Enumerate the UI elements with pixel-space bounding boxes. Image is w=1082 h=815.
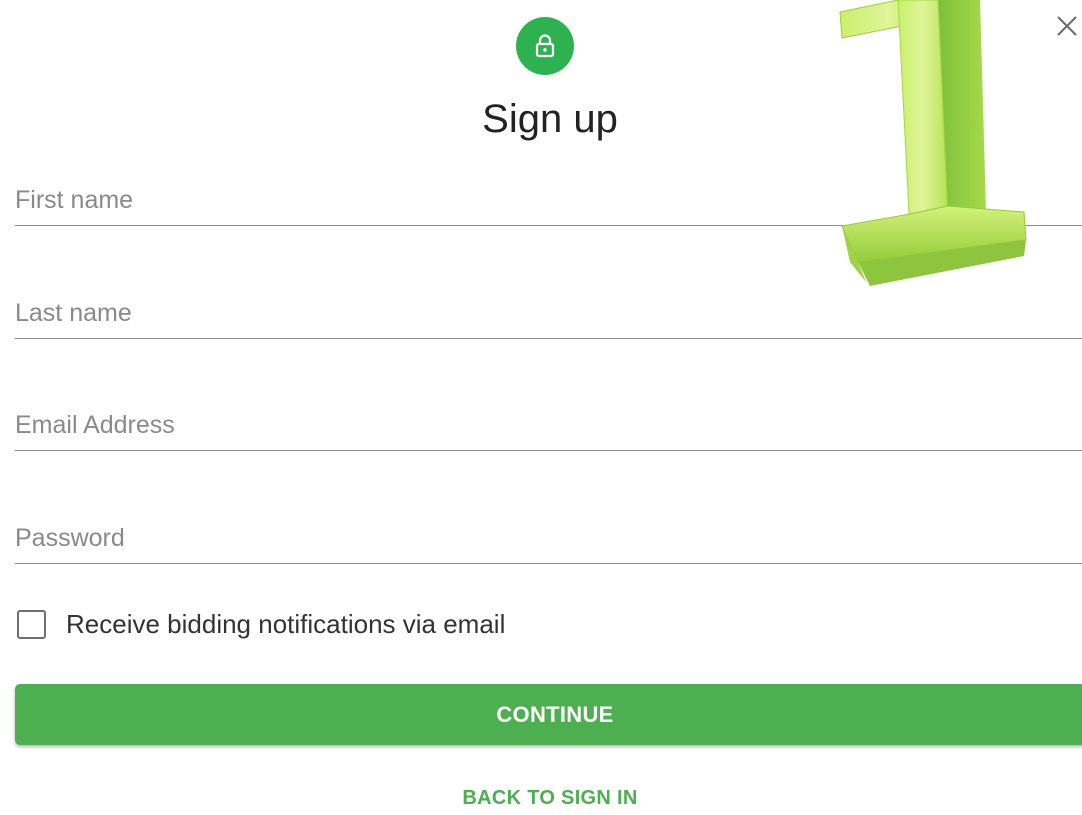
back-to-sign-in-link[interactable]: BACK TO SIGN IN — [0, 787, 1082, 810]
email-input[interactable] — [15, 407, 1082, 444]
last-name-input[interactable] — [15, 295, 1082, 332]
password-field — [15, 514, 1082, 564]
notifications-checkbox[interactable] — [17, 610, 46, 639]
avatar — [516, 17, 574, 75]
last-name-field — [15, 289, 1082, 339]
password-input[interactable] — [15, 520, 1082, 557]
notifications-checkbox-label: Receive bidding notifications via email — [66, 609, 506, 639]
first-name-input[interactable] — [15, 182, 1082, 219]
number-one-icon — [839, 0, 1027, 286]
email-field — [15, 401, 1082, 451]
page-title: Sign up — [482, 97, 618, 141]
close-button[interactable] — [1052, 8, 1082, 44]
continue-button[interactable]: CONTINUE — [15, 684, 1082, 745]
first-name-field — [15, 176, 1082, 226]
notifications-checkbox-row[interactable]: Receive bidding notifications via email — [17, 609, 505, 640]
signup-dialog: Sign up Receive bidding notifications vi… — [0, 0, 1082, 815]
lock-icon — [535, 34, 555, 58]
close-icon — [1057, 16, 1077, 36]
